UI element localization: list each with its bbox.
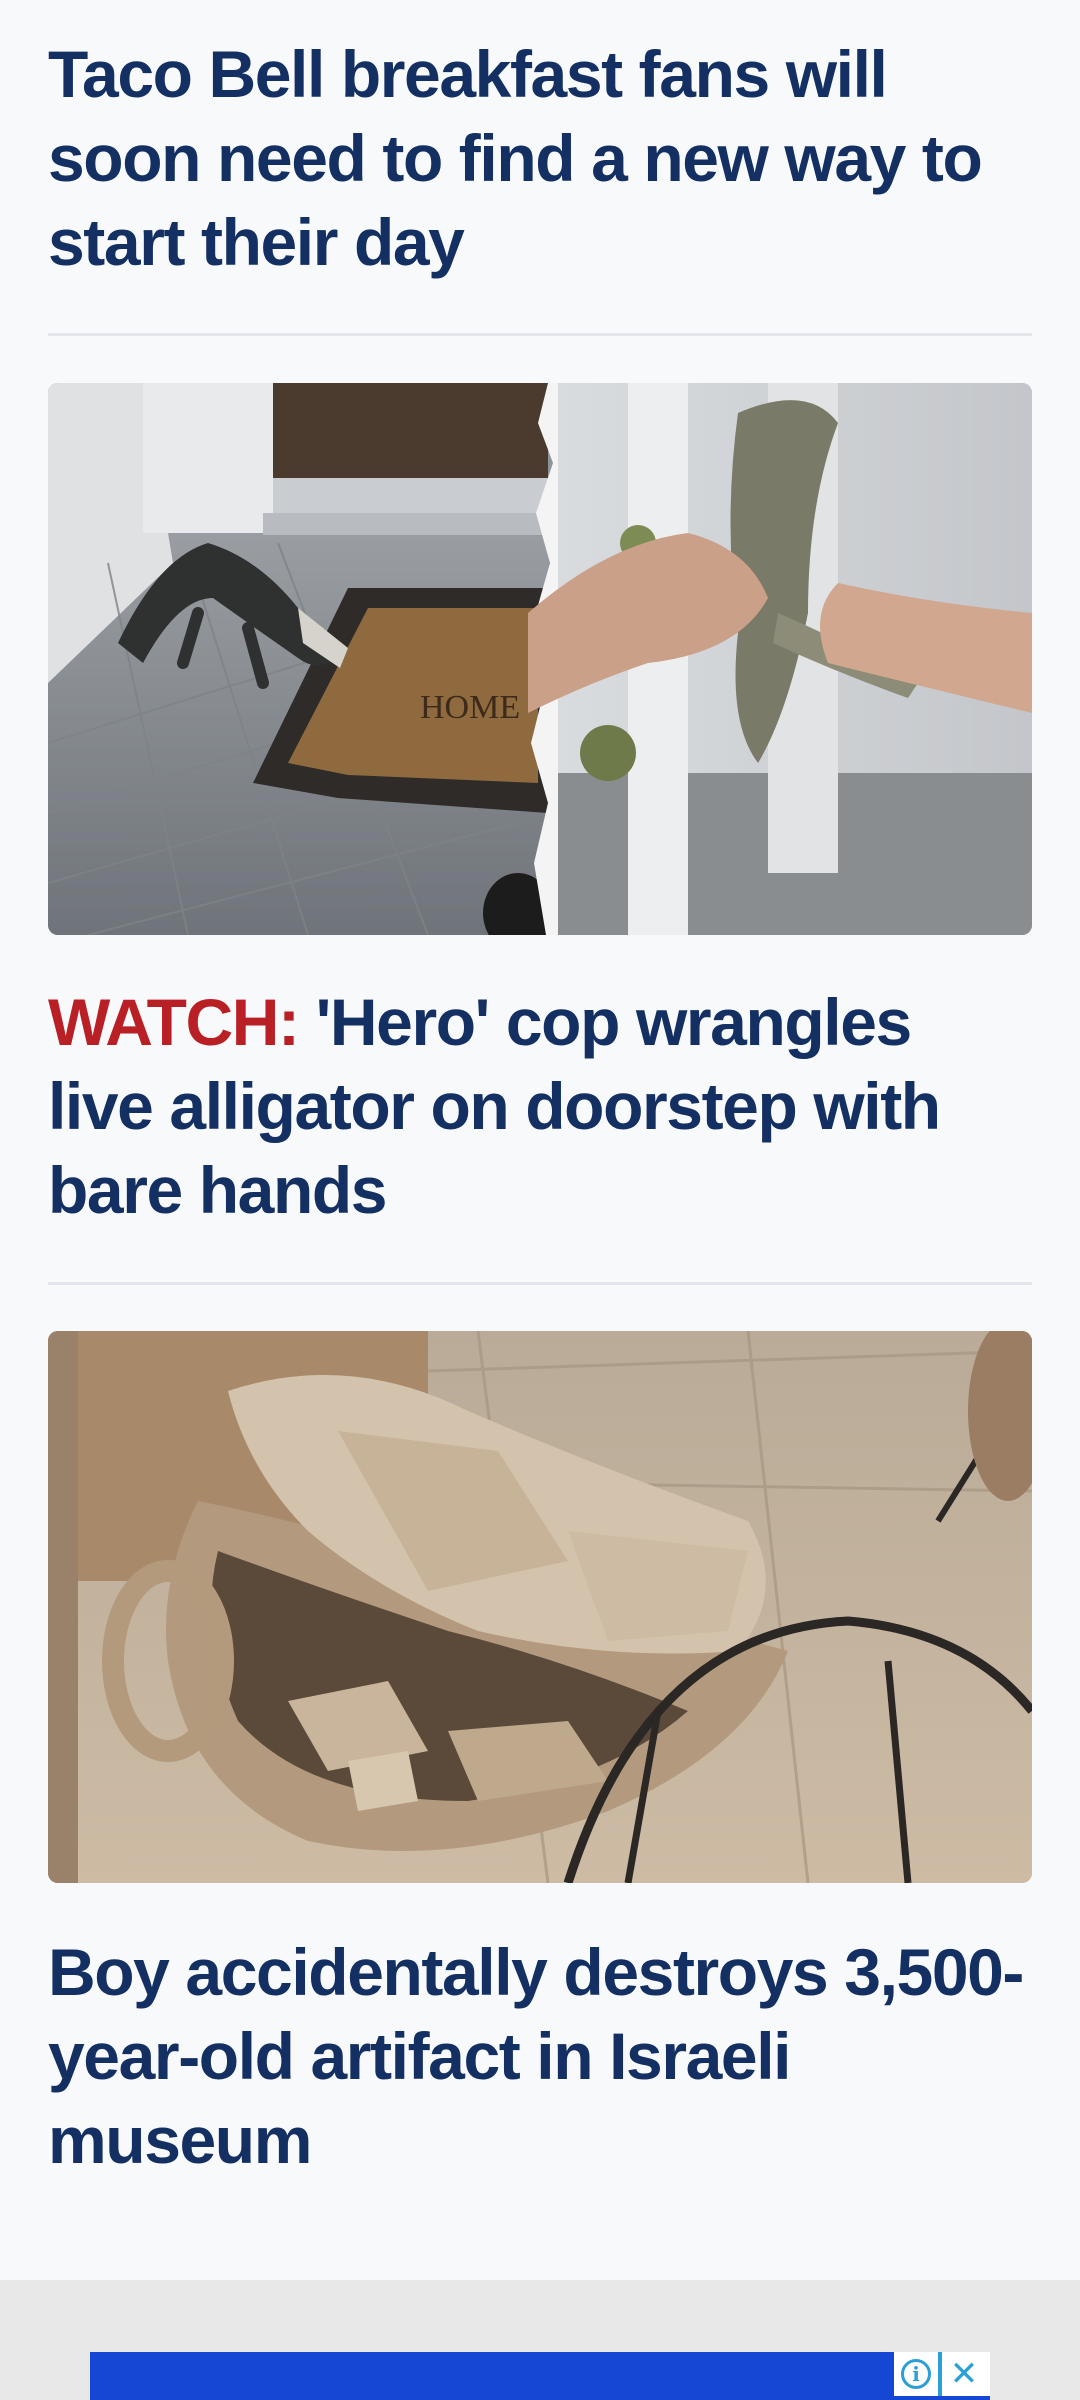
info-glyph: i xyxy=(901,2359,931,2389)
ad-banner[interactable] xyxy=(90,2352,990,2400)
ad-choices-controls: i ✕ xyxy=(894,2352,990,2396)
headline-text: Boy accidentally destroys 3,500-year-old… xyxy=(48,1935,1024,2177)
article-image-alligator[interactable]: HOME xyxy=(48,383,1032,935)
doormat-label: HOME xyxy=(420,689,520,726)
article-headline-artifact[interactable]: Boy accidentally destroys 3,500-year-old… xyxy=(48,1930,1032,2182)
info-icon[interactable]: i xyxy=(894,2352,940,2396)
alligator-photo: HOME xyxy=(48,383,1032,935)
article-divider xyxy=(48,1282,1032,1285)
broken-jar-photo xyxy=(48,1331,1032,1883)
watch-kicker: WATCH: xyxy=(48,985,300,1059)
article-image-artifact[interactable] xyxy=(48,1331,1032,1883)
article-headline-alligator[interactable]: WATCH: 'Hero' cop wrangles live alligato… xyxy=(48,980,1032,1232)
close-icon[interactable]: ✕ xyxy=(940,2352,986,2396)
article-headline-taco-bell[interactable]: Taco Bell breakfast fans will soon need … xyxy=(48,32,1032,284)
headline-text: Taco Bell breakfast fans will soon need … xyxy=(48,37,983,279)
article-divider xyxy=(48,333,1032,336)
